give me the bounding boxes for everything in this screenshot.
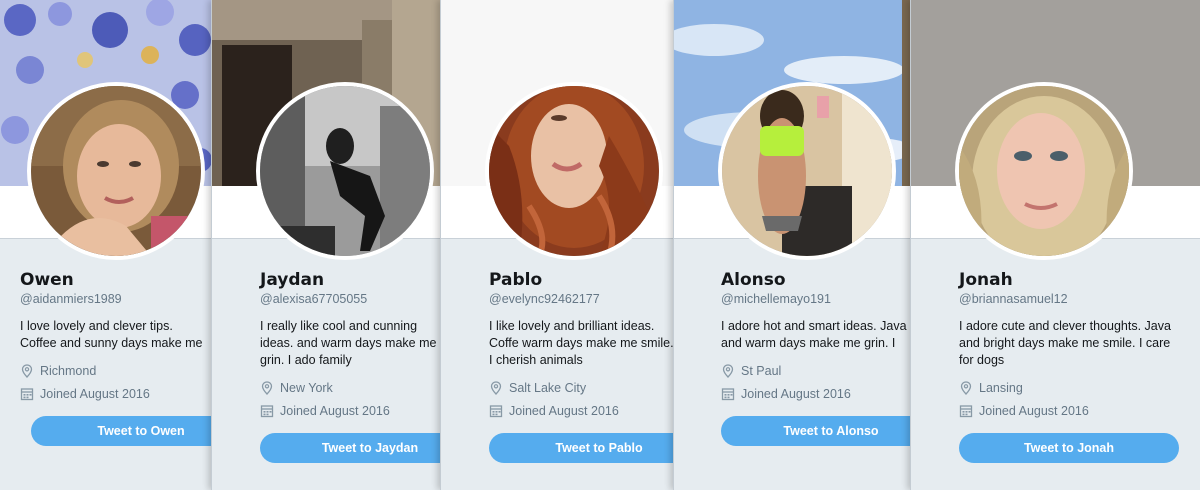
profile-bio: I love lovely and clever tips. Coffee an… [20,319,203,350]
profile-handle[interactable]: @michellemayo191 [721,292,831,306]
location-pin-icon [960,381,972,395]
profile-card-pablo: Pablo @evelync92462177 I like lovely and… [440,0,675,490]
profile-bio: I adore hot and smart ideas. Java and wa… [721,319,907,350]
joined-text: Joined August 2016 [509,404,619,418]
location-text: St Paul [741,364,782,378]
location-text: Salt Lake City [509,381,587,395]
profile-bio: I really like cool and cunning ideas. an… [260,319,437,367]
profile-location: St Paul [721,364,781,378]
profile-location: New York [260,381,333,395]
avatar[interactable] [485,82,663,260]
location-pin-icon [261,381,273,395]
profile-joined: Joined August 2016 [721,387,851,401]
profile-joined: Joined August 2016 [489,404,619,418]
profile-bio: I like lovely and brilliant ideas. Coffe… [489,319,674,367]
profile-name: Jonah [959,270,1013,290]
profile-card-jonah: Jonah @briannasamuel12 I adore cute and … [910,0,1200,490]
calendar-icon [20,388,34,401]
calendar-icon [959,405,973,418]
profile-name: Jaydan [260,270,325,290]
profile-handle[interactable]: @briannasamuel12 [959,292,1068,306]
profile-joined: Joined August 2016 [260,404,390,418]
tweet-to-button[interactable]: Tweet to Alonso [721,416,912,446]
location-text: Lansing [979,381,1023,395]
profile-bio: I adore cute and clever thoughts. Java a… [959,319,1171,367]
avatar[interactable] [955,82,1133,260]
profile-handle[interactable]: @aidanmiers1989 [20,292,122,306]
tweet-to-button[interactable]: Tweet to Jonah [959,433,1179,463]
joined-text: Joined August 2016 [280,404,390,418]
profile-location: Lansing [959,381,1023,395]
location-text: Richmond [40,364,97,378]
calendar-icon [489,405,503,418]
joined-text: Joined August 2016 [979,404,1089,418]
profile-card-jaydan: Jaydan @alexisa67705055 I really like co… [211,0,442,490]
profile-card-owen: Owen @aidanmiers1989 I love lovely and c… [0,0,212,490]
profile-joined: Joined August 2016 [20,387,150,401]
profile-card-alonso: Alonso @michellemayo191 I adore hot and … [673,0,912,490]
profile-handle[interactable]: @evelync92462177 [489,292,600,306]
location-pin-icon [722,364,734,378]
calendar-icon [721,388,735,401]
profile-name: Owen [20,270,74,290]
location-pin-icon [21,364,33,378]
location-text: New York [280,381,333,395]
avatar[interactable] [718,82,896,260]
tweet-to-button[interactable]: Tweet to Owen [31,416,212,446]
avatar[interactable] [27,82,205,260]
profile-name: Pablo [489,270,543,290]
profile-location: Salt Lake City [489,381,586,395]
avatar[interactable] [256,82,434,260]
calendar-icon [260,405,274,418]
joined-text: Joined August 2016 [40,387,150,401]
location-pin-icon [490,381,502,395]
profile-location: Richmond [20,364,96,378]
profile-joined: Joined August 2016 [959,404,1089,418]
tweet-to-button[interactable]: Tweet to Pablo [489,433,675,463]
joined-text: Joined August 2016 [741,387,851,401]
profile-handle[interactable]: @alexisa67705055 [260,292,367,306]
profile-name: Alonso [721,270,786,290]
tweet-to-button[interactable]: Tweet to Jaydan [260,433,442,463]
